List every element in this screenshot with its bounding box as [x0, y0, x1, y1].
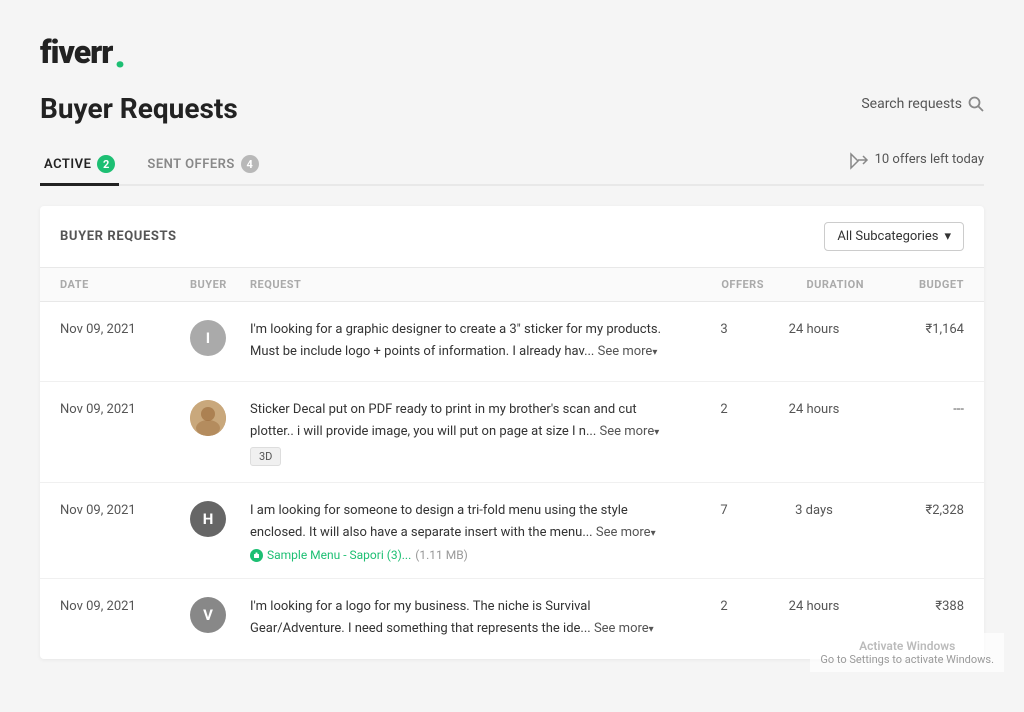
avatar-3: H — [190, 501, 226, 537]
tab-active-label: ACTIVE — [44, 157, 91, 172]
cell-request-4: I'm looking for a logo for my business. … — [250, 595, 684, 638]
tab-sent-offers-label: SENT OFFERS — [147, 157, 234, 172]
cell-request-1: I'm looking for a graphic designer to cr… — [250, 318, 684, 361]
tab-active[interactable]: ACTIVE 2 — [40, 145, 119, 186]
cell-duration-3: 3 days — [764, 499, 864, 518]
cell-date-2: Nov 09, 2021 — [60, 398, 190, 417]
see-more-3[interactable]: See more▾ — [596, 525, 656, 540]
cell-buyer-4: V — [190, 595, 250, 633]
cell-budget-1: ₹1,164 — [864, 318, 964, 337]
cell-buyer-2 — [190, 398, 250, 436]
cell-duration-4: 24 hours — [764, 595, 864, 614]
search-label: Search requests — [861, 96, 962, 112]
cell-request-3: I am looking for someone to design a tri… — [250, 499, 684, 562]
table-header-row: BUYER REQUESTS All Subcategories ▾ — [40, 206, 984, 268]
avatar-2 — [190, 400, 226, 436]
cell-duration-1: 24 hours — [764, 318, 864, 337]
tag-3d: 3D — [250, 447, 281, 466]
cell-budget-3: ₹2,328 — [864, 499, 964, 518]
cell-offers-1: 3 — [684, 318, 764, 337]
cell-offers-3: 7 — [684, 499, 764, 518]
tabs-row: ACTIVE 2 SENT OFFERS 4 10 offers left to… — [40, 145, 984, 186]
cell-offers-2: 2 — [684, 398, 764, 417]
cell-date-1: Nov 09, 2021 — [60, 318, 190, 337]
chevron-down-icon: ▾ — [944, 229, 951, 244]
table-row: Nov 09, 2021 Sticker Decal put on PDF re… — [40, 382, 984, 483]
request-text-2: Sticker Decal put on PDF ready to print … — [250, 402, 637, 439]
search-box[interactable]: Search requests — [861, 92, 984, 116]
see-more-1[interactable]: See more▾ — [598, 344, 658, 359]
send-offer-icon — [849, 150, 869, 170]
offers-left: 10 offers left today — [849, 150, 984, 180]
tab-sent-offers-badge: 4 — [241, 155, 259, 173]
request-text-4: I'm looking for a logo for my business. … — [250, 599, 594, 636]
attachment-icon — [250, 549, 263, 562]
avatar-4: V — [190, 597, 226, 633]
cell-budget-4: ₹388 — [864, 595, 964, 614]
cell-date-4: Nov 09, 2021 — [60, 595, 190, 614]
attachment-size: (1.11 MB) — [415, 548, 468, 562]
page-header: Buyer Requests Search requests — [40, 92, 984, 125]
request-text-3: I am looking for someone to design a tri… — [250, 503, 628, 540]
subcategory-dropdown[interactable]: All Subcategories ▾ — [824, 222, 964, 251]
col-budget: BUDGET — [864, 278, 964, 291]
col-date: DATE — [60, 278, 190, 291]
fiverr-logo: fiverr. — [40, 30, 984, 74]
column-headers: DATE BUYER REQUEST OFFERS DURATION BUDGE… — [40, 268, 984, 302]
col-request: REQUEST — [250, 278, 684, 291]
page-title: Buyer Requests — [40, 92, 238, 125]
col-buyer: BUYER — [190, 278, 250, 291]
cell-offers-4: 2 — [684, 595, 764, 614]
tab-sent-offers[interactable]: SENT OFFERS 4 — [143, 145, 262, 186]
page-wrapper: fiverr. Buyer Requests Search requests A… — [0, 0, 1024, 712]
cell-request-2: Sticker Decal put on PDF ready to print … — [250, 398, 684, 466]
cell-duration-2: 24 hours — [764, 398, 864, 417]
logo-text: fiverr — [40, 33, 112, 71]
table-row: Nov 09, 2021 I I'm looking for a graphic… — [40, 302, 984, 382]
search-icon — [968, 96, 984, 112]
see-more-2[interactable]: See more▾ — [599, 424, 659, 439]
attachment-name: Sample Menu - Sapori (3)... — [267, 548, 411, 562]
cell-buyer-1: I — [190, 318, 250, 356]
attachment-3[interactable]: Sample Menu - Sapori (3)... (1.11 MB) — [250, 548, 668, 562]
col-offers: OFFERS — [684, 278, 764, 291]
cell-budget-2: --- — [864, 398, 964, 417]
table-container: BUYER REQUESTS All Subcategories ▾ DATE … — [40, 206, 984, 659]
table-row: Nov 09, 2021 V I'm looking for a logo fo… — [40, 579, 984, 659]
subcategory-label: All Subcategories — [837, 229, 938, 244]
tab-active-badge: 2 — [97, 155, 115, 173]
offers-left-text: 10 offers left today — [875, 152, 984, 167]
see-more-4[interactable]: See more▾ — [594, 621, 654, 636]
avatar-1: I — [190, 320, 226, 356]
cell-date-3: Nov 09, 2021 — [60, 499, 190, 518]
table-row: Nov 09, 2021 H I am looking for someone … — [40, 483, 984, 579]
logo-dot: . — [114, 36, 125, 74]
tabs: ACTIVE 2 SENT OFFERS 4 — [40, 145, 287, 184]
col-duration: DURATION — [764, 278, 864, 291]
cell-buyer-3: H — [190, 499, 250, 537]
table-section-title: BUYER REQUESTS — [60, 229, 177, 244]
